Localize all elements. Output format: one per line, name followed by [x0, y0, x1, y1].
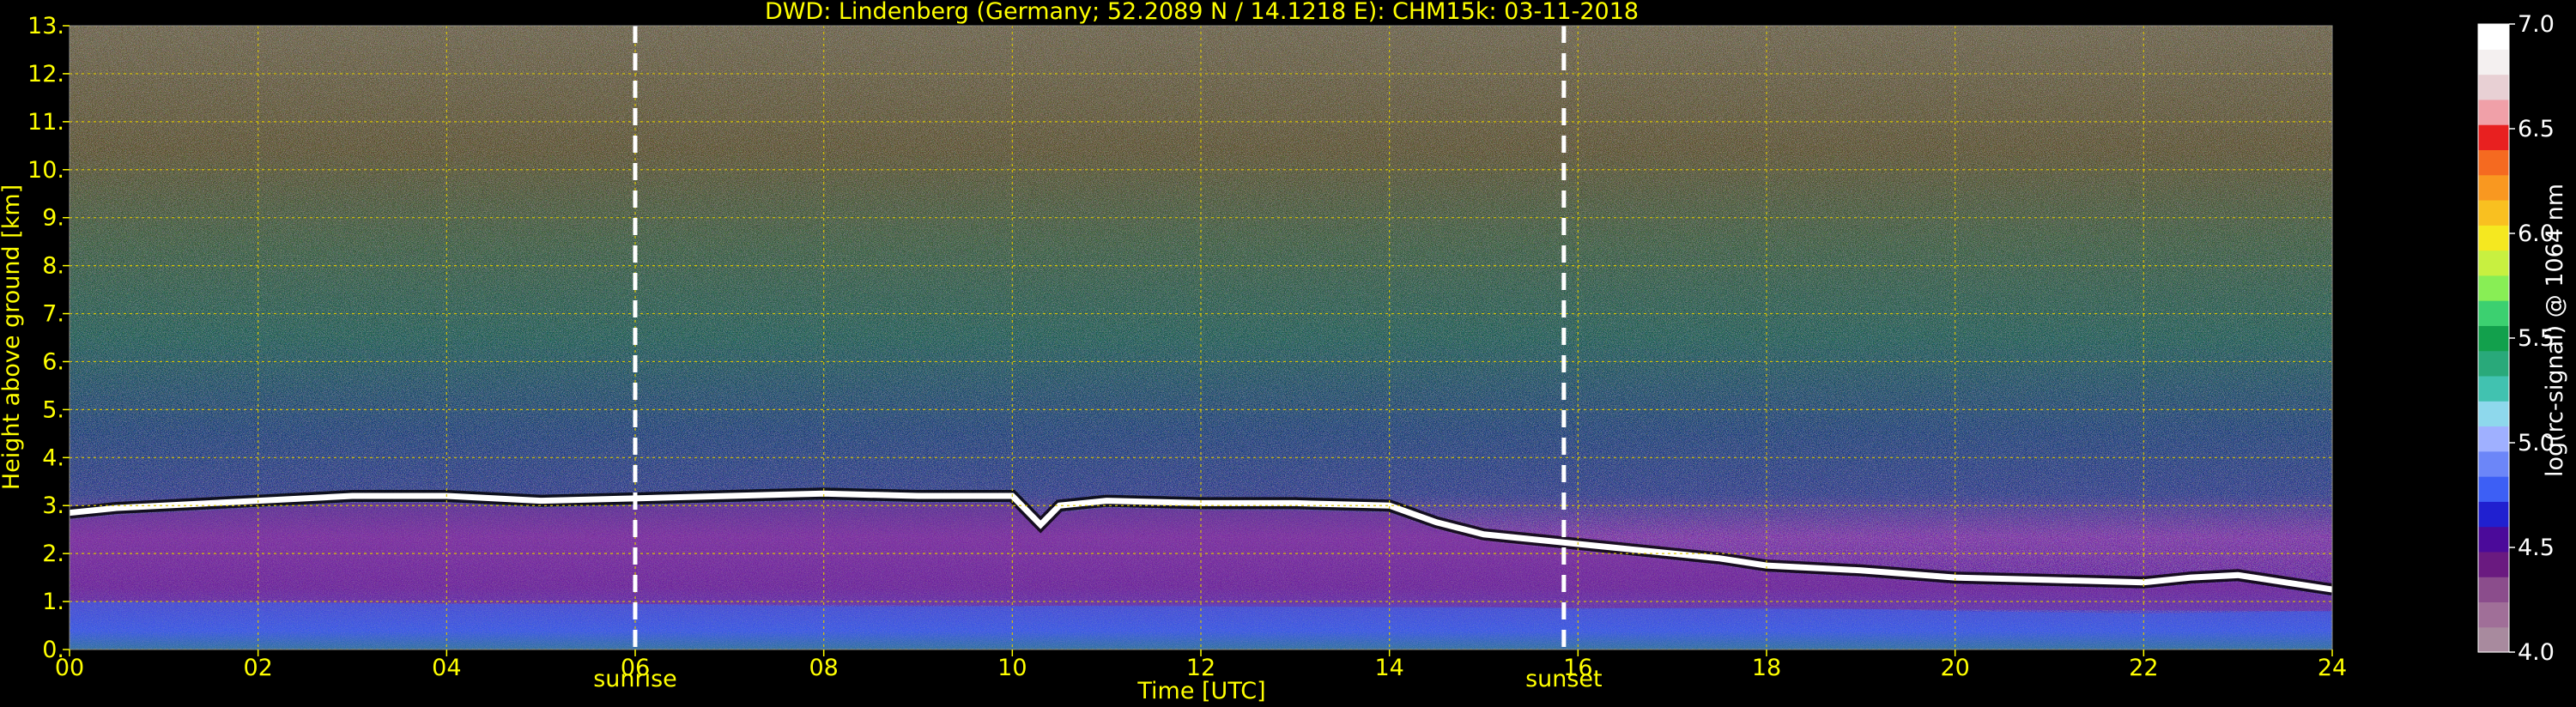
y-tick-label: 7.	[42, 301, 64, 328]
colorbar-swatch	[2478, 325, 2509, 352]
x-tick-label: 18	[1752, 655, 1781, 681]
y-tick-label: 8.	[42, 253, 64, 280]
colorbar-swatch	[2478, 74, 2509, 100]
y-tick-label: 3.	[42, 492, 64, 519]
x-tick-label: 24	[2318, 655, 2347, 681]
x-tick-label: 22	[2129, 655, 2158, 681]
x-tick-label: 04	[432, 655, 461, 681]
x-tick-label: 10	[997, 655, 1027, 681]
x-tick-label: 14	[1374, 655, 1403, 681]
colorbar-swatch	[2478, 124, 2509, 150]
marker-label-sunrise: sunrise	[593, 666, 677, 692]
colorbar-swatch	[2478, 601, 2509, 628]
colorbar-swatch	[2478, 225, 2509, 251]
colorbar-swatch	[2478, 275, 2509, 301]
y-tick-label: 10.	[27, 157, 64, 184]
y-tick-label: 11.	[27, 109, 64, 136]
colorbar-swatch	[2478, 551, 2509, 577]
colorbar-swatch	[2478, 577, 2509, 603]
y-tick-label: 12.	[27, 61, 64, 88]
colorbar-tick-label: 4.0	[2518, 639, 2555, 666]
x-axis-label: Time [UTC]	[1136, 678, 1265, 704]
plot-area	[70, 26, 2332, 650]
colorbar-swatch	[2478, 49, 2509, 76]
colorbar-label: log(rc-signal) @ 1064 nm	[2542, 184, 2568, 477]
colorbar-tick-label: 7.0	[2518, 11, 2555, 38]
colorbar-swatch	[2478, 401, 2509, 427]
y-tick-label: 13.	[27, 13, 64, 39]
chart-title: DWD: Lindenberg (Germany; 52.2089 N / 14…	[765, 0, 1639, 25]
y-axis-label: Height above ground [km]	[0, 184, 25, 490]
colorbar-tick-label: 4.5	[2518, 535, 2555, 561]
y-tick-label: 5.	[42, 396, 64, 423]
colorbar-swatch	[2478, 626, 2509, 653]
colorbar-swatch	[2478, 199, 2509, 226]
colorbar-swatch	[2478, 174, 2509, 201]
y-tick-label: 9.	[42, 205, 64, 232]
colorbar-swatch	[2478, 350, 2509, 377]
x-tick-label: 20	[1940, 655, 1969, 681]
y-tick-label: 4.	[42, 444, 64, 471]
marker-label-sunset: sunset	[1525, 666, 1603, 692]
colorbar-swatch	[2478, 375, 2509, 402]
colorbar-swatch	[2478, 426, 2509, 452]
colorbar-swatch	[2478, 99, 2509, 125]
colorbar-swatch	[2478, 250, 2509, 276]
lidar-backscatter-chart: DWD: Lindenberg (Germany; 52.2089 N / 14…	[0, 0, 2568, 704]
colorbar-swatch	[2478, 501, 2509, 528]
colorbar-swatch	[2478, 300, 2509, 326]
x-tick-label: 00	[55, 655, 84, 681]
x-tick-label: 08	[809, 655, 838, 681]
colorbar-swatch	[2478, 24, 2509, 50]
x-tick-label: 02	[243, 655, 272, 681]
y-tick-label: 2.	[42, 541, 64, 567]
colorbar-swatch	[2478, 476, 2509, 502]
colorbar-swatch	[2478, 149, 2509, 176]
y-tick-label: 6.	[42, 348, 64, 375]
colorbar-swatch	[2478, 526, 2509, 553]
colorbar-tick-label: 6.5	[2518, 116, 2555, 142]
colorbar-swatch	[2478, 450, 2509, 477]
y-tick-label: 1.	[42, 589, 64, 615]
